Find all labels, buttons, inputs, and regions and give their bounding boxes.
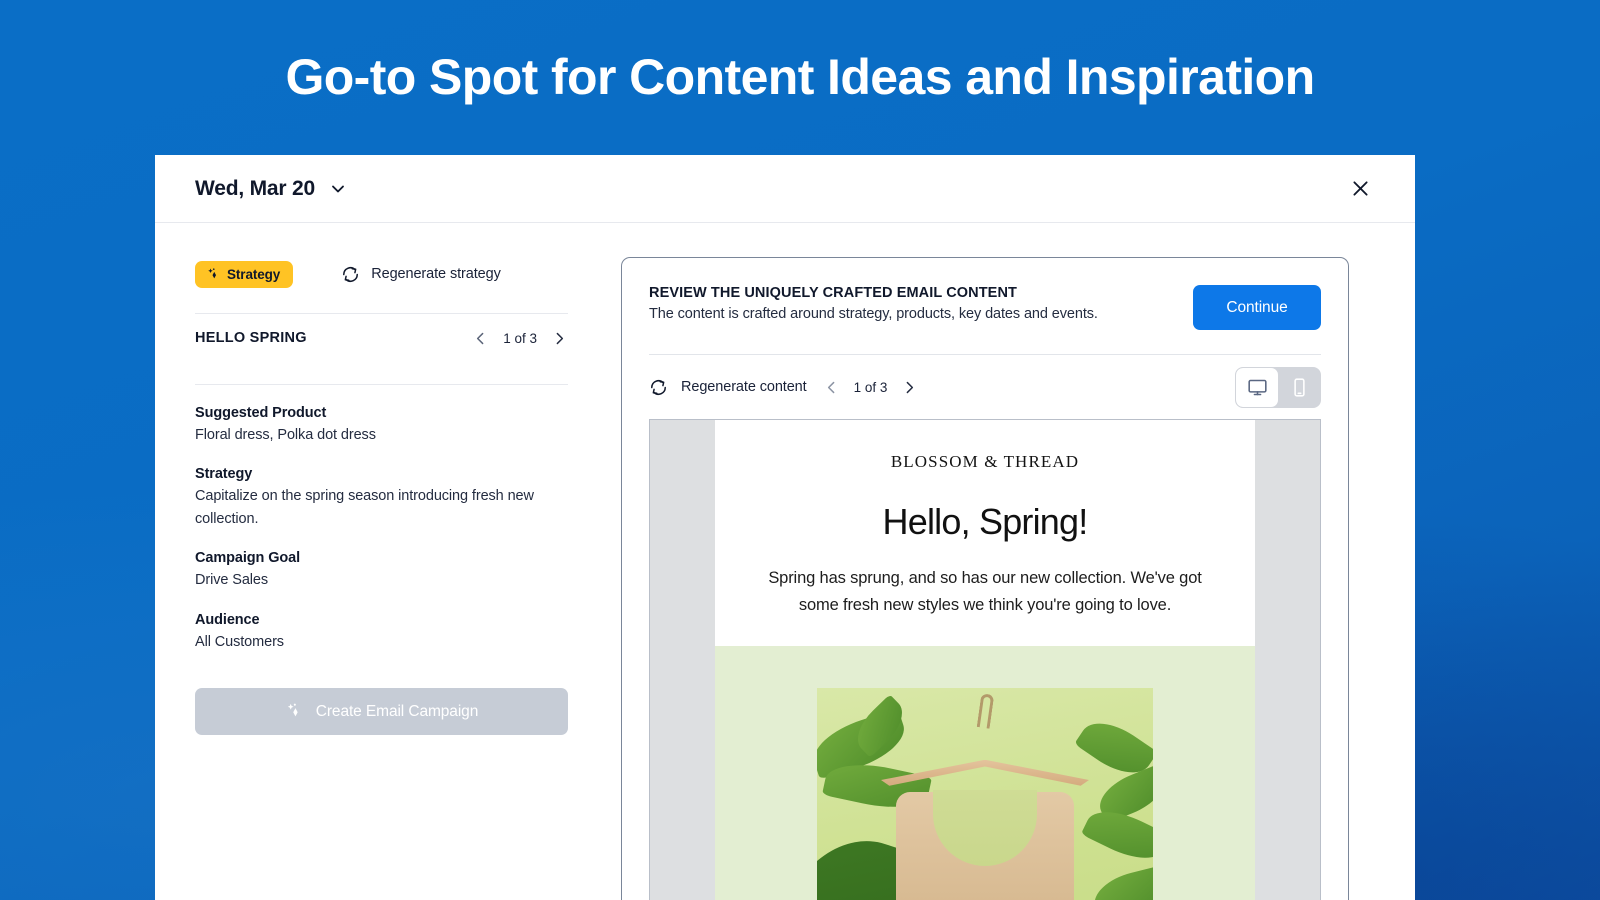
email-gutter-right [1255, 420, 1320, 900]
regenerate-strategy-label: Regenerate strategy [371, 266, 501, 282]
strategy-panel: Strategy Regenerate strategy HELLO SPRIN… [155, 223, 608, 900]
review-subtitle: The content is crafted around strategy, … [649, 306, 1098, 322]
campaign-header: HELLO SPRING 1 of 3 [195, 314, 568, 362]
strategy-badge[interactable]: Strategy [195, 260, 294, 288]
strategy-pager-label: 1 of 3 [503, 330, 537, 346]
create-email-campaign-label: Create Email Campaign [315, 702, 479, 720]
strategy-badge-label: Strategy [227, 266, 281, 282]
refresh-icon [341, 265, 360, 284]
review-header: REVIEW THE UNIQUELY CRAFTED EMAIL CONTEN… [649, 285, 1321, 330]
chevron-right-icon[interactable] [551, 330, 568, 347]
strategy-pager: 1 of 3 [472, 330, 568, 347]
window-body: Strategy Regenerate strategy HELLO SPRIN… [155, 223, 1415, 900]
email-hero-image [817, 687, 1153, 900]
regenerate-content-group: Regenerate content 1 of 3 [649, 378, 918, 397]
date-label: Wed, Mar 20 [195, 176, 315, 200]
device-toggle [1235, 366, 1321, 408]
regenerate-strategy-button[interactable]: Regenerate strategy [341, 265, 501, 284]
strategy-toolbar: Strategy Regenerate strategy [195, 257, 568, 291]
page-banner: Go-to Spot for Content Ideas and Inspira… [0, 0, 1600, 155]
content-panel: REVIEW THE UNIQUELY CRAFTED EMAIL CONTEN… [608, 223, 1415, 900]
field-label: Campaign Goal [195, 550, 301, 567]
field-value: Floral dress, Polka dot dress [195, 427, 376, 443]
sparkle-icon [206, 267, 221, 282]
monitor-icon [1247, 377, 1268, 398]
phone-icon [1289, 377, 1310, 398]
close-icon [1350, 178, 1371, 199]
close-button[interactable] [1343, 172, 1377, 206]
field-value: All Customers [195, 633, 284, 650]
review-card: REVIEW THE UNIQUELY CRAFTED EMAIL CONTEN… [621, 257, 1349, 900]
chevron-down-icon[interactable] [328, 179, 348, 199]
refresh-icon [649, 378, 668, 397]
review-text-block: REVIEW THE UNIQUELY CRAFTED EMAIL CONTEN… [649, 285, 1098, 322]
field-audience: Audience All Customers [195, 612, 568, 653]
divider-below-campaign [195, 384, 568, 385]
chevron-left-icon[interactable] [823, 379, 840, 396]
review-title: REVIEW THE UNIQUELY CRAFTED EMAIL CONTEN… [649, 285, 1017, 301]
field-label: Suggested Product [195, 405, 327, 421]
field-label: Audience [195, 611, 260, 628]
field-campaign-goal: Campaign Goal Drive Sales [195, 550, 568, 591]
email-paragraph: Spring has sprung, and so has our new co… [768, 569, 1202, 615]
device-toggle-desktop[interactable] [1236, 367, 1278, 407]
garment-tank-top [896, 789, 1074, 900]
content-pager-label: 1 of 3 [853, 379, 888, 395]
email-hero-section [715, 645, 1255, 900]
email-gutter-left [650, 420, 715, 900]
regenerate-content-button[interactable]: Regenerate content [649, 378, 807, 397]
window-header: Wed, Mar 20 [155, 155, 1415, 223]
field-label: Strategy [195, 466, 253, 483]
email-header-section: BLOSSOM & THREAD Hello, Spring! Spring h… [715, 420, 1255, 646]
chevron-left-icon[interactable] [472, 330, 489, 347]
device-toggle-mobile[interactable] [1278, 367, 1320, 407]
field-suggested-product: Suggested Product Floral dress, Polka do… [195, 405, 568, 446]
regenerate-content-label: Regenerate content [681, 379, 807, 395]
field-strategy: Strategy Capitalize on the spring season… [195, 466, 568, 530]
email-brand: BLOSSOM & THREAD [890, 452, 1080, 471]
field-value: Capitalize on the spring season introduc… [195, 488, 534, 527]
banner-title: Go-to Spot for Content Ideas and Inspira… [285, 49, 1315, 105]
campaign-name: HELLO SPRING [195, 330, 307, 346]
email-headline: Hello, Spring! [882, 501, 1089, 542]
field-value: Drive Sales [195, 572, 269, 589]
hanger-hook [976, 693, 995, 729]
continue-button[interactable]: Continue [1193, 285, 1321, 330]
content-pager: 1 of 3 [823, 379, 919, 396]
app-window: Wed, Mar 20 Strategy Regenerate strategy… [155, 155, 1415, 900]
chevron-right-icon[interactable] [901, 379, 918, 396]
create-email-campaign-button[interactable]: Create Email Campaign [195, 688, 568, 736]
email-preview-frame: BLOSSOM & THREAD Hello, Spring! Spring h… [649, 419, 1321, 900]
sparkle-icon [285, 702, 304, 721]
preview-toolbar: Regenerate content 1 of 3 [649, 355, 1321, 419]
email-preview-body[interactable]: BLOSSOM & THREAD Hello, Spring! Spring h… [715, 420, 1255, 900]
date-selector[interactable]: Wed, Mar 20 [195, 177, 348, 201]
